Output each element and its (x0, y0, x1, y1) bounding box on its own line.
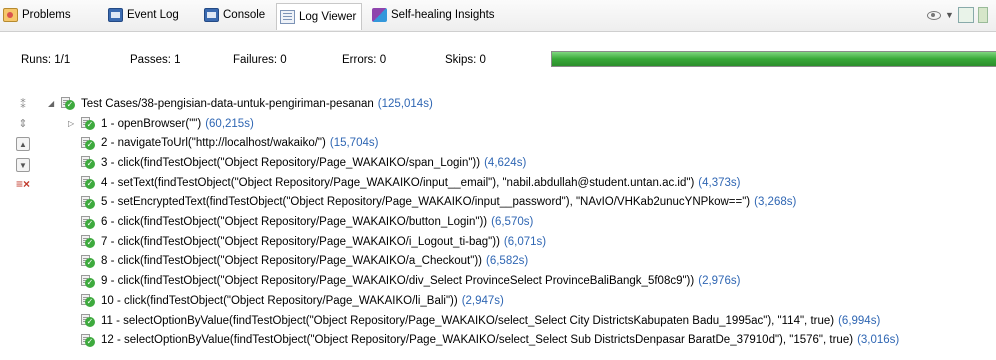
step-duration: (125,014s) (377, 97, 433, 110)
tree-step-item[interactable]: ✓ 10 - click(findTestObject("Object Repos… (68, 292, 504, 309)
passes-count: Passes: 1 (130, 54, 181, 66)
minimize-icon[interactable] (977, 7, 988, 23)
tab-log-viewer[interactable]: Log Viewer (276, 3, 363, 30)
step-label: 1 - openBrowser("") (101, 117, 202, 130)
tab-event-log[interactable]: Event Log (108, 5, 179, 25)
step-duration: (2,947s) (461, 294, 504, 307)
console-icon (204, 8, 219, 22)
show-failures-only-icon[interactable]: ≡× (16, 177, 30, 191)
step-duration: (6,582s) (486, 255, 529, 268)
passed-step-icon: ✓ (81, 176, 95, 190)
step-duration: (3,016s) (857, 334, 900, 347)
step-duration: (6,071s) (503, 235, 547, 248)
tab-label: Log Viewer (299, 11, 357, 23)
collapse-all-icon[interactable]: ⁑ (16, 97, 30, 111)
progress-bar-fill (552, 52, 996, 66)
step-label: 2 - navigateToUrl("http://localhost/waka… (101, 137, 326, 150)
tree-step-item[interactable]: ▷ ✓ 1 - openBrowser("") (60,215s) (68, 115, 254, 132)
tree-step-item[interactable]: ✓ 3 - click(findTestObject("Object Reposi… (68, 154, 526, 171)
test-progress-bar (551, 51, 996, 67)
step-label: 5 - setEncryptedText(findTestObject("Obj… (101, 196, 751, 209)
chevron-down-icon[interactable]: ▼ (945, 10, 954, 20)
passed-step-icon: ✓ (61, 97, 75, 110)
step-label: 12 - selectOptionByValue(findTestObject(… (101, 334, 854, 347)
failures-count: Failures: 0 (233, 54, 287, 66)
step-label: 8 - click(findTestObject("Object Reposit… (101, 255, 482, 268)
step-label: 7 - click(findTestObject("Object Reposit… (101, 235, 500, 248)
tree-step-item[interactable]: ✓ 4 - setText(findTestObject("Object Repo… (68, 174, 740, 191)
tree-step-item[interactable]: ✓ 12 - selectOptionByValue(findTestObject… (68, 332, 899, 349)
tab-console[interactable]: Console (204, 5, 265, 25)
tree-step-item[interactable]: ✓ 5 - setEncryptedText(findTestObject("Ob… (68, 194, 796, 211)
tree-step-item[interactable]: ✓ 8 - click(findTestObject("Object Reposi… (68, 253, 528, 270)
step-label: 3 - click(findTestObject("Object Reposit… (101, 156, 481, 169)
step-duration: (4,373s) (698, 176, 741, 189)
passed-step-icon: ✓ (81, 333, 95, 347)
passed-step-icon: ✓ (81, 294, 95, 308)
passed-step-icon: ✓ (81, 195, 95, 209)
step-duration: (4,624s) (484, 156, 527, 169)
view-tab-bar: Problems Event Log Console Log Viewer Se… (0, 0, 996, 32)
tree-step-item[interactable]: ✓ 2 - navigateToUrl("http://localhost/wak… (68, 135, 378, 152)
tree-step-item[interactable]: ✓ 9 - click(findTestObject("Object Reposi… (68, 273, 740, 290)
passed-step-icon: ✓ (81, 254, 95, 268)
runs-count: Runs: 1/1 (21, 54, 71, 66)
expand-all-icon[interactable]: ⇕ (16, 116, 30, 130)
tree-step-item[interactable]: ✓ 11 - selectOptionByValue(findTestObject… (68, 312, 880, 329)
step-label: 6 - click(findTestObject("Object Reposit… (101, 216, 488, 228)
view-toolbar: ▼ (927, 7, 988, 23)
layout-icon[interactable] (957, 7, 974, 23)
step-label: 10 - click(findTestObject("Object Reposi… (101, 294, 458, 307)
step-label: 11 - selectOptionByValue(findTestObject(… (101, 314, 835, 327)
expand-toggle-icon[interactable]: ▷ (68, 119, 77, 128)
passed-step-icon: ✓ (81, 156, 95, 170)
step-label: 9 - click(findTestObject("Object Reposit… (101, 275, 695, 288)
skips-count: Skips: 0 (445, 54, 486, 66)
tab-label: Self-healing Insights (391, 9, 495, 21)
problems-icon (3, 8, 18, 22)
errors-count: Errors: 0 (342, 54, 387, 66)
tab-self-healing-insights[interactable]: Self-healing Insights (372, 5, 495, 25)
tree-step-item[interactable]: ✓ 6 - click(findTestObject("Object Reposi… (68, 214, 533, 231)
passed-step-icon: ✓ (81, 274, 95, 288)
step-duration: (15,704s) (329, 137, 379, 150)
tab-label: Console (223, 9, 266, 21)
step-duration: (2,976s) (698, 275, 741, 288)
tree-step-item[interactable]: ✓ 7 - click(findTestObject("Object Reposi… (68, 233, 546, 250)
passed-step-icon: ✓ (81, 235, 95, 249)
tab-problems[interactable]: Problems (3, 5, 71, 25)
passed-step-icon: ✓ (81, 215, 95, 229)
step-duration: (6,994s) (838, 314, 881, 327)
passed-step-icon: ✓ (81, 117, 95, 130)
eye-icon[interactable] (927, 10, 941, 20)
previous-failure-icon[interactable]: ▲ (16, 137, 30, 151)
next-failure-icon[interactable]: ▼ (16, 158, 30, 172)
passed-step-icon: ✓ (81, 136, 95, 150)
tab-label: Event Log (127, 9, 179, 21)
passed-step-icon: ✓ (81, 314, 95, 327)
self-healing-icon (372, 8, 387, 22)
log-viewer-icon (280, 10, 295, 24)
tab-label: Problems (22, 9, 71, 21)
expand-toggle-icon[interactable]: ◢ (48, 99, 57, 108)
step-duration: (3,268s) (754, 196, 797, 209)
step-duration: (6,570s) (491, 216, 534, 228)
step-label: 4 - setText(findTestObject("Object Repos… (101, 176, 695, 189)
test-case-root-node[interactable]: ◢ ✓ Test Cases/38-pengisian-data-untuk-pen… (48, 95, 433, 112)
step-duration: (60,215s) (205, 117, 254, 130)
step-label: Test Cases/38-pengisian-data-untuk-pengi… (81, 97, 374, 110)
event-log-icon (108, 8, 123, 22)
